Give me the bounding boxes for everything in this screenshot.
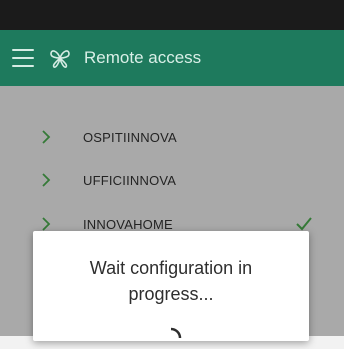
dialog-message: Wait configuration in progress... bbox=[89, 258, 253, 304]
spinner-icon bbox=[170, 327, 182, 339]
page-title: Remote access bbox=[84, 48, 202, 67]
app-bar: Remote access bbox=[0, 30, 344, 86]
progress-dialog: Wait configuration in progress... bbox=[33, 231, 309, 341]
butterfly-logo-icon bbox=[50, 50, 70, 68]
status-bar bbox=[0, 0, 344, 30]
menu-icon[interactable] bbox=[12, 49, 34, 67]
